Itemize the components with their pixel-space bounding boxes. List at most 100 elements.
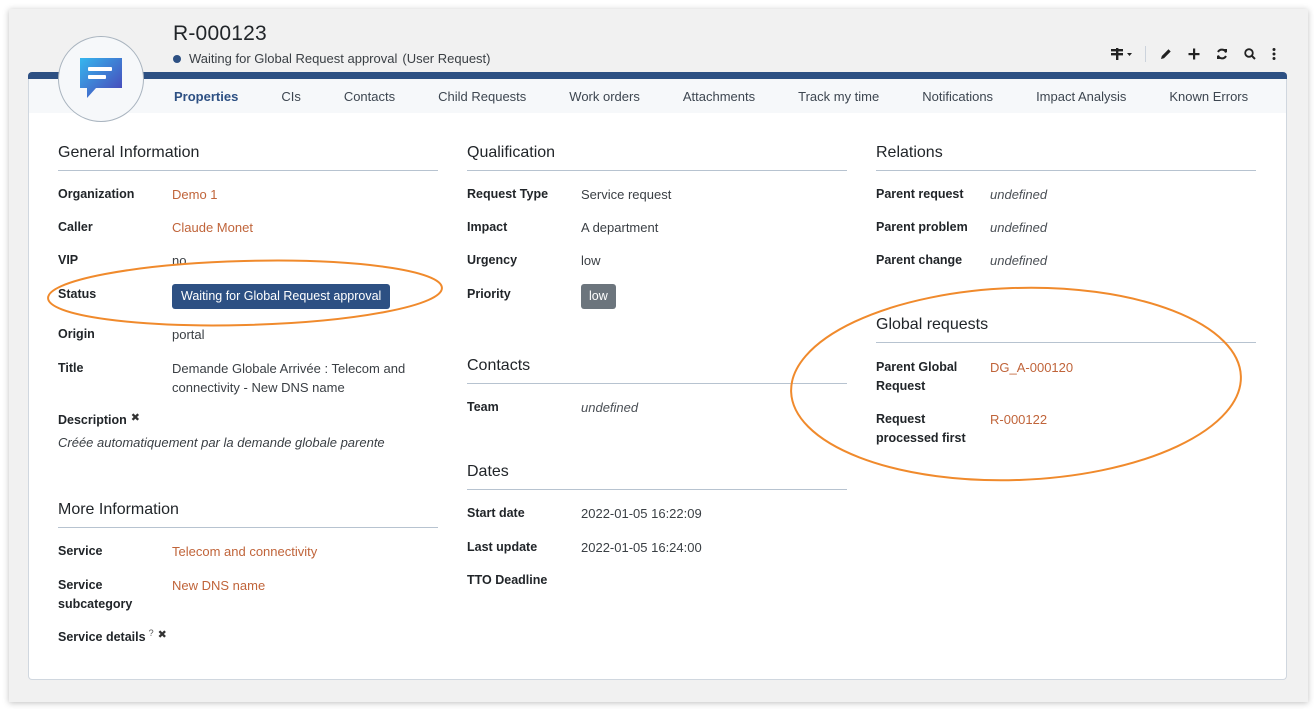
request-processed-first-link[interactable]: R-000122 [990, 410, 1047, 448]
dates-heading: Dates [467, 463, 847, 490]
card-accent-bar [28, 72, 1287, 79]
relations-section: Relations Parent request undefined Paren… [876, 144, 1256, 268]
priority-row: Priority low [467, 284, 616, 309]
service-details-row: Service details ? ✖ [58, 628, 167, 647]
request-processed-first-label-line2: processed first [876, 431, 966, 445]
filter-menu-button[interactable] [1105, 44, 1139, 64]
ticket-type-text: (User Request) [402, 51, 491, 66]
service-subcategory-row: Service subcategory New DNS name [58, 576, 265, 614]
expand-icon[interactable]: ✖ [158, 628, 167, 647]
title-row: Title Demande Globale Arrivée : Telecom … [58, 359, 405, 397]
parent-request-value: undefined [990, 187, 1048, 202]
start-date-row: Start date 2022-01-05 16:22:09 [467, 504, 702, 523]
parent-global-request-link[interactable]: DG_A-000120 [990, 358, 1073, 396]
parent-change-label: Parent change [876, 253, 963, 267]
vip-row: VIP no [58, 251, 186, 270]
parent-global-request-label: Parent Global Request [876, 358, 990, 396]
priority-label: Priority [467, 287, 511, 301]
status-row: Status Waiting for Global Request approv… [58, 284, 391, 309]
urgency-value: low [581, 253, 601, 268]
ticket-reference: R-000123 [173, 22, 267, 45]
relations-heading: Relations [876, 144, 1256, 171]
expand-icon[interactable]: ✖ [131, 411, 140, 430]
service-subcategory-label-line1: Service [58, 578, 103, 592]
tab-child-requests[interactable]: Child Requests [438, 89, 526, 104]
team-label: Team [467, 400, 499, 414]
last-update-label: Last update [467, 540, 538, 554]
vip-label: VIP [58, 253, 79, 267]
description-value: Créée automatiquement par la demande glo… [58, 435, 385, 450]
tab-known-errors[interactable]: Known Errors [1169, 89, 1248, 104]
title-label: Title [58, 361, 84, 375]
parent-problem-row: Parent problem undefined [876, 218, 1047, 237]
parent-change-row: Parent change undefined [876, 251, 1047, 270]
help-icon[interactable]: ? [149, 628, 154, 647]
contacts-section: Contacts Team undefined [467, 357, 847, 415]
tab-properties[interactable]: Properties [174, 89, 238, 104]
tab-attachments[interactable]: Attachments [683, 89, 755, 104]
service-link[interactable]: Telecom and connectivity [172, 542, 317, 561]
tab-notifications[interactable]: Notifications [922, 89, 993, 104]
request-type-row: Request Type Service request [467, 185, 671, 204]
tab-impact-analysis[interactable]: Impact Analysis [1036, 89, 1126, 104]
service-label: Service [58, 544, 103, 558]
status-label: Status [58, 287, 97, 301]
request-type-avatar [58, 36, 144, 122]
title-value: Demande Globale Arrivée : Telecom and co… [172, 359, 405, 397]
title-value-line1: Demande Globale Arrivée : Telecom and [172, 361, 406, 376]
search-button[interactable] [1236, 44, 1264, 64]
general-information-heading: General Information [58, 144, 438, 171]
parent-global-request-label-line2: Request [876, 379, 926, 393]
service-subcategory-label-line2: subcategory [58, 597, 133, 611]
toolbar [1105, 44, 1284, 64]
impact-value: A department [581, 220, 659, 235]
more-vertical-icon [1272, 48, 1276, 60]
more-button[interactable] [1264, 44, 1284, 64]
origin-row: Origin portal [58, 325, 205, 344]
contacts-heading: Contacts [467, 357, 847, 384]
refresh-button[interactable] [1208, 44, 1236, 64]
tto-deadline-label: TTO Deadline [467, 573, 548, 587]
tab-contacts[interactable]: Contacts [344, 89, 395, 104]
refresh-icon [1217, 48, 1227, 60]
more-information-heading: More Information [58, 501, 438, 528]
origin-value: portal [172, 327, 205, 342]
impact-label: Impact [467, 220, 508, 234]
service-subcategory-link[interactable]: New DNS name [172, 576, 265, 614]
description-text-row: Créée automatiquement par la demande glo… [58, 433, 385, 452]
tto-deadline-row: TTO Deadline [467, 571, 581, 590]
request-type-value: Service request [581, 187, 672, 202]
service-subcategory-label: Service subcategory [58, 576, 172, 614]
filter-menu-icon [1111, 48, 1132, 60]
parent-problem-label: Parent problem [876, 220, 968, 234]
tab-track-my-time[interactable]: Track my time [798, 89, 879, 104]
add-button[interactable] [1180, 44, 1208, 64]
qualification-heading: Qualification [467, 144, 847, 171]
last-update-row: Last update 2022-01-05 16:24:00 [467, 538, 702, 557]
origin-label: Origin [58, 327, 95, 341]
tab-cis[interactable]: CIs [281, 89, 301, 104]
team-value: undefined [581, 400, 639, 415]
tab-bar: Properties CIs Contacts Child Requests W… [29, 79, 1286, 113]
urgency-row: Urgency low [467, 251, 601, 270]
status-badge: Waiting for Global Request approval [172, 284, 391, 309]
priority-badge: low [581, 284, 616, 309]
impact-row: Impact A department [467, 218, 658, 237]
organization-row: Organization Demo 1 [58, 185, 218, 204]
edit-button[interactable] [1152, 44, 1180, 64]
ticket-subtitle: Waiting for Global Request approval (Use… [173, 51, 491, 66]
organization-link[interactable]: Demo 1 [172, 185, 218, 204]
caller-link[interactable]: Claude Monet [172, 218, 253, 237]
status-dot-icon [173, 54, 181, 63]
qualification-section: Qualification Request Type Service reque… [467, 144, 847, 309]
request-type-label: Request Type [467, 187, 549, 201]
parent-global-request-label-line1: Parent Global [876, 360, 958, 374]
caller-row: Caller Claude Monet [58, 218, 253, 237]
more-information-section: More Information Service Telecom and con… [58, 501, 438, 644]
pencil-icon [1161, 49, 1171, 59]
global-requests-section: Global requests Parent Global Request DG… [876, 316, 1256, 445]
vip-value: no [172, 253, 187, 268]
dates-section: Dates Start date 2022-01-05 16:22:09 Las… [467, 463, 847, 587]
tab-work-orders[interactable]: Work orders [569, 89, 640, 104]
title-value-line2: connectivity - New DNS name [172, 380, 345, 395]
